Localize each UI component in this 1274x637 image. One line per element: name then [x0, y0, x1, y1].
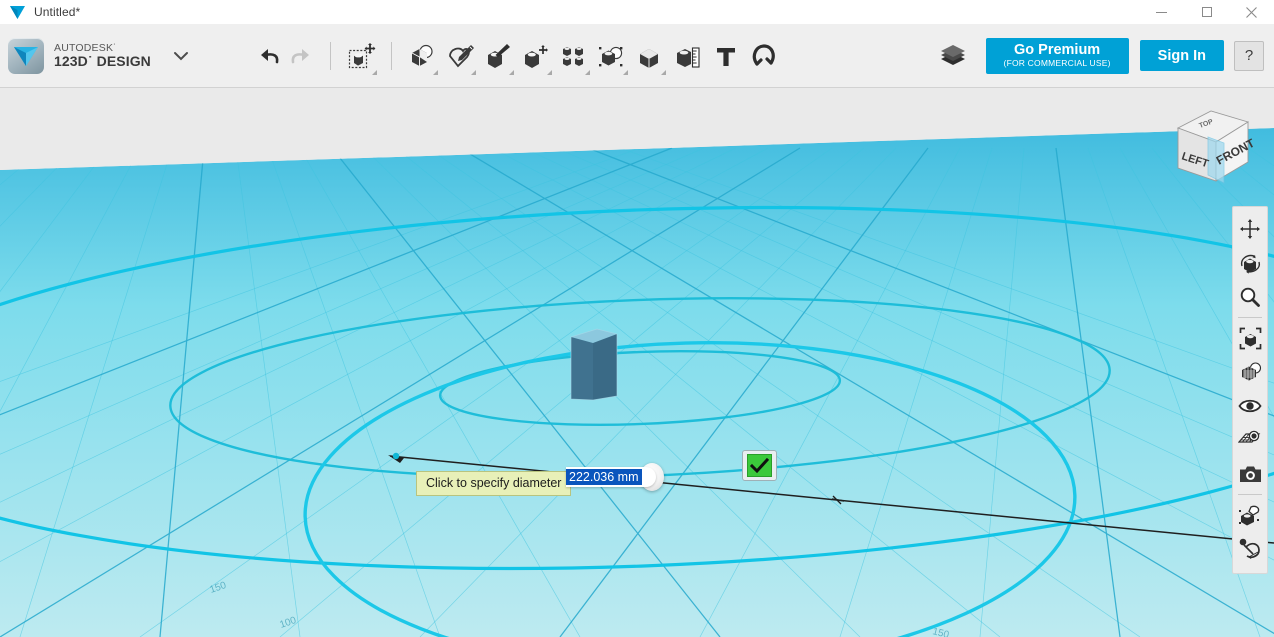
toolbar-divider-2 — [390, 41, 392, 70]
snap-tool[interactable] — [745, 32, 783, 80]
toolbar-divider — [329, 41, 331, 70]
screenshot-tool[interactable] — [1234, 457, 1266, 491]
brand-text: AUTODESK˙ 123D˙ DESIGN — [54, 41, 151, 69]
zoom-tool[interactable] — [1234, 280, 1266, 314]
material-tool[interactable] — [1234, 498, 1266, 532]
window-title: Untitled* — [34, 5, 81, 19]
go-premium-button[interactable]: Go Premium (FOR COMMERCIAL USE) — [985, 37, 1129, 74]
dimension-tooltip: Click to specify diameter — [416, 471, 572, 496]
pan-tool[interactable] — [1234, 212, 1266, 246]
text-tool[interactable] — [707, 32, 745, 80]
box-solid — [570, 328, 618, 401]
dimension-value[interactable]: 222.036 mm — [566, 468, 643, 486]
minimize-icon[interactable] — [1139, 0, 1184, 24]
autodesk-triangle-logo-icon — [9, 4, 25, 20]
visibility-tool[interactable] — [1234, 389, 1266, 423]
modify-tool[interactable] — [517, 32, 555, 80]
app-window: Untitled* AUTODESK˙ 123D˙ DESIGN Go Prem… — [0, 0, 1274, 637]
3d-viewport[interactable]: 150 150 100 50 100 150 — [0, 88, 1274, 637]
confirm-dimension-button[interactable] — [742, 450, 777, 481]
redo-button[interactable] — [285, 36, 319, 76]
rail-divider-2 — [1238, 494, 1262, 495]
undo-button[interactable] — [251, 36, 285, 76]
app-logo-icon — [8, 37, 44, 74]
brand-area[interactable]: AUTODESK˙ 123D˙ DESIGN — [0, 37, 189, 74]
pattern-tool[interactable] — [555, 32, 593, 80]
main-toolbar: AUTODESK˙ 123D˙ DESIGN Go Premium (FOR C… — [0, 24, 1274, 88]
window-controls — [1139, 0, 1274, 24]
chevron-down-icon[interactable] — [173, 51, 189, 61]
title-bar: Untitled* — [0, 0, 1274, 24]
close-icon[interactable] — [1229, 0, 1274, 24]
transform-tool[interactable] — [342, 32, 380, 80]
construct-tool[interactable] — [479, 32, 517, 80]
ribbon-right-group: Go Premium (FOR COMMERCIAL USE) Sign In … — [934, 32, 1274, 80]
materials-button[interactable] — [934, 32, 972, 80]
view-style-tool[interactable] — [1234, 355, 1266, 389]
fit-view-tool[interactable] — [1234, 321, 1266, 355]
history-group — [251, 24, 342, 88]
orbit-tool[interactable] — [1234, 246, 1266, 280]
grid-snap-tool[interactable] — [1234, 423, 1266, 457]
brand-line-product: 123D˙ DESIGN — [54, 52, 151, 69]
checkmark-icon — [747, 454, 772, 477]
view-tools-rail — [1232, 206, 1268, 574]
go-premium-sublabel: (FOR COMMERCIAL USE) — [1003, 57, 1111, 68]
measure-tool[interactable] — [669, 32, 707, 80]
3d-scene: 150 150 100 50 100 150 — [0, 88, 1274, 637]
grouping-tool[interactable] — [593, 32, 631, 80]
sketch-tool[interactable] — [441, 32, 479, 80]
view-cube[interactable]: LEFT FRONT TOP — [1156, 95, 1260, 190]
effects-tool[interactable] — [1234, 532, 1266, 566]
tools-group — [342, 24, 783, 88]
primitives-tool[interactable] — [403, 32, 441, 80]
go-premium-label: Go Premium — [1013, 41, 1101, 58]
dimension-input[interactable]: 222.036 mm — [566, 467, 657, 487]
ground-plane: 150 150 100 50 100 150 — [0, 128, 1274, 637]
maximize-icon[interactable] — [1184, 0, 1229, 24]
rail-divider — [1238, 317, 1262, 318]
sign-in-button[interactable]: Sign In — [1139, 40, 1224, 71]
brand-line-autodesk: AUTODESK˙ — [54, 41, 117, 54]
help-button[interactable]: ? — [1234, 40, 1264, 71]
combine-tool[interactable] — [631, 32, 669, 80]
